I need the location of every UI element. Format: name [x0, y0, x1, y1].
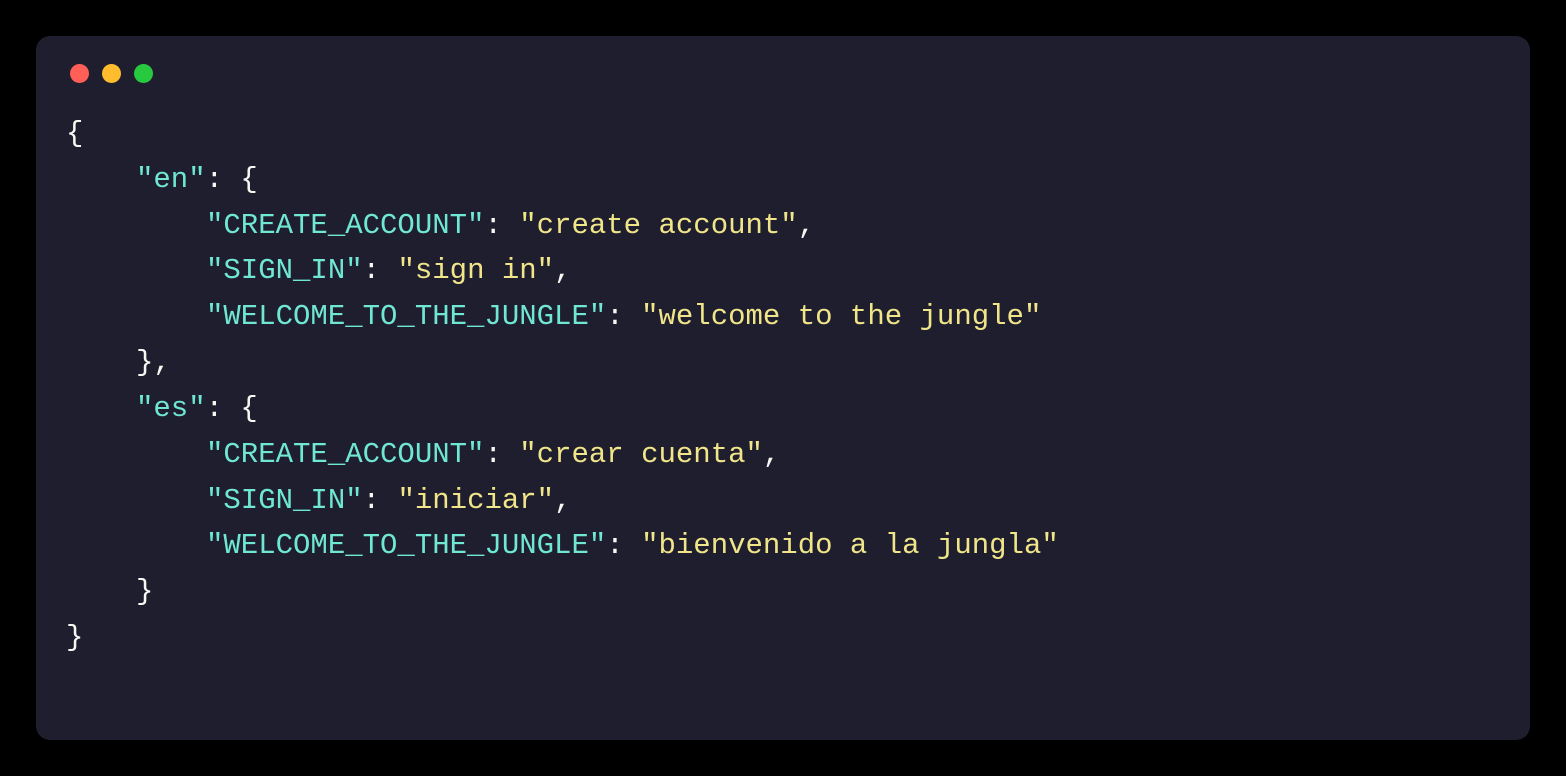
json-key-sign-in: "SIGN_IN" [206, 254, 363, 287]
json-key-create-account: "CREATE_ACCOUNT" [206, 438, 484, 471]
comma: , [798, 209, 815, 242]
code-line: "CREATE_ACCOUNT": "create account", [66, 203, 1500, 249]
code-line: "CREATE_ACCOUNT": "crear cuenta", [66, 432, 1500, 478]
code-line: "en": { [66, 157, 1500, 203]
colon: : [606, 300, 641, 333]
comma: , [763, 438, 780, 471]
json-key-es: "es" [136, 392, 206, 425]
maximize-icon[interactable] [134, 64, 153, 83]
comma: , [554, 484, 571, 517]
colon: : [606, 529, 641, 562]
colon: : [363, 484, 398, 517]
json-key-welcome: "WELCOME_TO_THE_JUNGLE" [206, 529, 606, 562]
close-icon[interactable] [70, 64, 89, 83]
colon: : [484, 209, 519, 242]
code-window: { "en": { "CREATE_ACCOUNT": "create acco… [36, 36, 1530, 740]
code-line: } [66, 569, 1500, 615]
window-titlebar [66, 58, 1500, 111]
brace-open: { [66, 117, 83, 150]
json-key-en: "en" [136, 163, 206, 196]
colon-open: : { [206, 392, 258, 425]
code-block: { "en": { "CREATE_ACCOUNT": "create acco… [66, 111, 1500, 661]
code-line: } [66, 615, 1500, 661]
json-value: "welcome to the jungle" [641, 300, 1041, 333]
colon: : [484, 438, 519, 471]
comma: , [554, 254, 571, 287]
code-line: "SIGN_IN": "iniciar", [66, 478, 1500, 524]
code-line: "es": { [66, 386, 1500, 432]
code-line: }, [66, 340, 1500, 386]
json-value: "create account" [519, 209, 797, 242]
code-line: "SIGN_IN": "sign in", [66, 248, 1500, 294]
json-key-welcome: "WELCOME_TO_THE_JUNGLE" [206, 300, 606, 333]
code-line: "WELCOME_TO_THE_JUNGLE": "welcome to the… [66, 294, 1500, 340]
json-value: "crear cuenta" [519, 438, 763, 471]
brace-close: } [66, 621, 83, 654]
code-line: { [66, 111, 1500, 157]
code-line: "WELCOME_TO_THE_JUNGLE": "bienvenido a l… [66, 523, 1500, 569]
colon: : [363, 254, 398, 287]
json-value: "iniciar" [397, 484, 554, 517]
brace-close: } [136, 575, 153, 608]
colon-open: : { [206, 163, 258, 196]
brace-close-comma: }, [136, 346, 171, 379]
json-key-sign-in: "SIGN_IN" [206, 484, 363, 517]
minimize-icon[interactable] [102, 64, 121, 83]
json-key-create-account: "CREATE_ACCOUNT" [206, 209, 484, 242]
json-value: "bienvenido a la jungla" [641, 529, 1059, 562]
json-value: "sign in" [397, 254, 554, 287]
